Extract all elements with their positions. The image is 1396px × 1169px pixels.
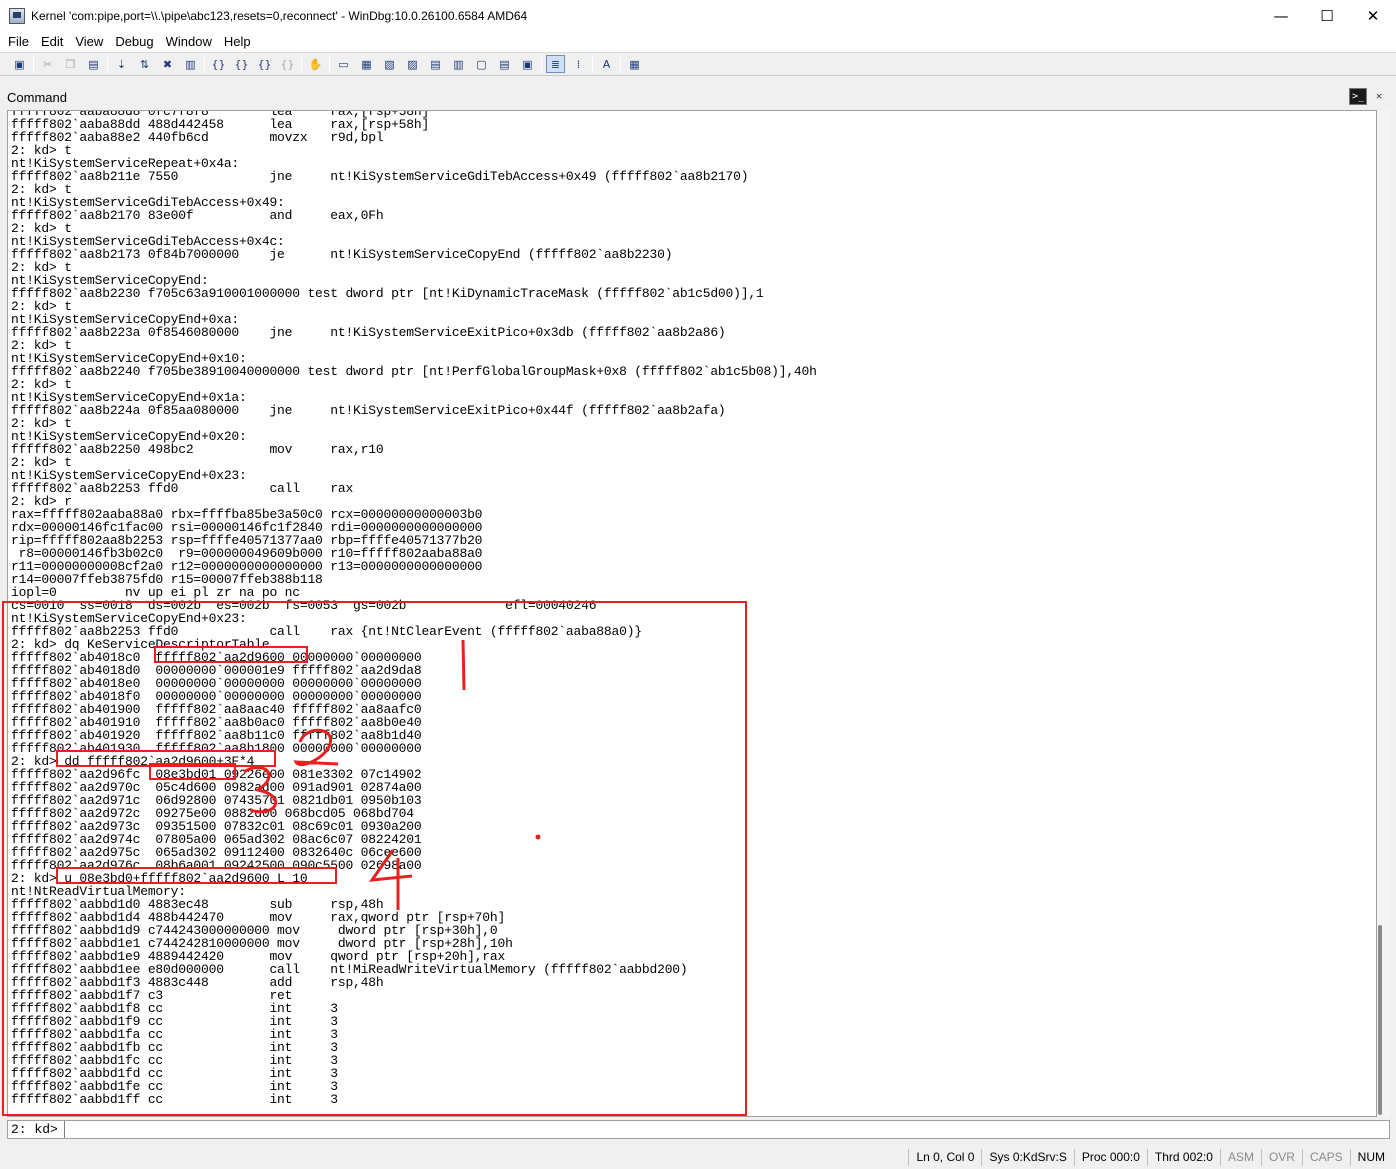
window-title: Kernel 'com:pipe,port=\\.\pipe\abc123,re… bbox=[31, 8, 528, 23]
command-window-header: Command >_ ✕ bbox=[0, 86, 1396, 108]
close-pane-icon[interactable]: ✕ bbox=[1370, 88, 1388, 105]
step-out-icon[interactable]: {} bbox=[255, 55, 274, 73]
open-icon[interactable]: ▣ bbox=[10, 55, 29, 73]
menu-help[interactable]: Help bbox=[218, 34, 257, 49]
step-into-icon[interactable]: {} bbox=[209, 55, 228, 73]
scratch-pad-icon[interactable]: ▤ bbox=[495, 55, 514, 73]
hex-mode-icon[interactable]: ⁞ bbox=[569, 55, 588, 73]
command-window-title: Command bbox=[7, 89, 67, 105]
maximize-button[interactable]: ☐ bbox=[1304, 0, 1350, 31]
break-icon[interactable]: ▥ bbox=[181, 55, 200, 73]
status-system: Sys 0:KdSrv:S bbox=[981, 1149, 1073, 1166]
toolbar-separator bbox=[592, 55, 593, 73]
window-controls: — ☐ ✕ bbox=[1258, 0, 1396, 31]
stop-icon[interactable]: ✖ bbox=[158, 55, 177, 73]
close-button[interactable]: ✕ bbox=[1350, 0, 1396, 31]
command-window-buttons: >_ ✕ bbox=[1346, 88, 1388, 105]
command-window-icon[interactable]: >_ bbox=[1349, 88, 1367, 105]
status-bar: Ln 0, Col 0 Sys 0:KdSrv:S Proc 000:0 Thr… bbox=[0, 1146, 1396, 1169]
minimize-button[interactable]: — bbox=[1258, 0, 1304, 31]
scrollbar-thumb[interactable] bbox=[1378, 925, 1382, 1115]
run-to-cursor-icon[interactable]: {} bbox=[278, 55, 297, 73]
menu-file[interactable]: File bbox=[2, 34, 35, 49]
toolbar: ▣ ✂ ❐ ▤ ⇣ ⇅ ✖ ▥ {} {} {} {} ✋ ▭ ▦ ▧ ▨ ▤ … bbox=[0, 52, 1396, 76]
status-thread: Thrd 002:0 bbox=[1146, 1149, 1220, 1166]
copy-icon[interactable]: ❐ bbox=[61, 55, 80, 73]
font-icon[interactable]: A bbox=[597, 55, 616, 73]
source-mode-icon[interactable]: ≣ bbox=[546, 55, 565, 73]
output-line: fffff802`aa8b2173 0f84b7000000 je nt!KiS… bbox=[11, 247, 673, 262]
status-asm: ASM bbox=[1219, 1149, 1261, 1166]
paste-icon[interactable]: ▤ bbox=[84, 55, 103, 73]
options-icon[interactable]: ▦ bbox=[625, 55, 644, 73]
status-ovr: OVR bbox=[1260, 1149, 1302, 1166]
toolbar-separator bbox=[301, 55, 302, 73]
status-num: NUM bbox=[1349, 1149, 1392, 1166]
processes-threads-icon[interactable]: ▣ bbox=[518, 55, 537, 73]
output-line: fffff802`aa8b2240 f705be38910040000000 t… bbox=[11, 364, 817, 379]
step-over-icon[interactable]: {} bbox=[232, 55, 251, 73]
command-input[interactable] bbox=[65, 1121, 1389, 1138]
menu-window[interactable]: Window bbox=[160, 34, 218, 49]
menu-view[interactable]: View bbox=[69, 34, 109, 49]
status-caps: CAPS bbox=[1301, 1149, 1350, 1166]
toolbar-separator bbox=[107, 55, 108, 73]
disassembly-icon[interactable]: ▢ bbox=[472, 55, 491, 73]
output-line: fffff802`aa8b223a 0f8546080000 jne nt!Ki… bbox=[11, 325, 726, 340]
restart-icon[interactable]: ⇅ bbox=[135, 55, 154, 73]
toolbar-separator bbox=[620, 55, 621, 73]
call-stack-icon[interactable]: ▥ bbox=[449, 55, 468, 73]
toolbar-separator bbox=[541, 55, 542, 73]
menu-bar: File Edit View Debug Window Help bbox=[0, 31, 1396, 52]
go-icon[interactable]: ⇣ bbox=[112, 55, 131, 73]
command-input-row: 2: kd> bbox=[7, 1120, 1390, 1139]
annotation-box-main bbox=[2, 601, 747, 1116]
status-process: Proc 000:0 bbox=[1073, 1149, 1147, 1166]
toolbar-separator bbox=[33, 55, 34, 73]
vertical-scrollbar[interactable] bbox=[1377, 110, 1390, 1117]
command-window-icon[interactable]: ▭ bbox=[334, 55, 353, 73]
toolbar-separator bbox=[329, 55, 330, 73]
windbg-app-icon[interactable] bbox=[9, 7, 25, 24]
breakpoint-icon[interactable]: ✋ bbox=[306, 55, 325, 73]
registers-icon[interactable]: ▨ bbox=[403, 55, 422, 73]
memory-icon[interactable]: ▤ bbox=[426, 55, 445, 73]
output-line: fffff802`aa8b224a 0f85aa080000 jne nt!Ki… bbox=[11, 403, 726, 418]
output-line: fffff802`aa8b2230 f705c63a910001000000 t… bbox=[11, 286, 764, 301]
output-line: fffff802`aa8b211e 7550 jne nt!KiSystemSe… bbox=[11, 169, 749, 184]
menu-edit[interactable]: Edit bbox=[35, 34, 69, 49]
toolbar-separator bbox=[204, 55, 205, 73]
cut-icon[interactable]: ✂ bbox=[38, 55, 57, 73]
menu-debug[interactable]: Debug bbox=[109, 34, 159, 49]
title-bar: Kernel 'com:pipe,port=\\.\pipe\abc123,re… bbox=[0, 0, 1396, 31]
locals-icon[interactable]: ▧ bbox=[380, 55, 399, 73]
status-line-col: Ln 0, Col 0 bbox=[908, 1149, 981, 1166]
watch-icon[interactable]: ▦ bbox=[357, 55, 376, 73]
command-prompt: 2: kd> bbox=[8, 1121, 65, 1138]
